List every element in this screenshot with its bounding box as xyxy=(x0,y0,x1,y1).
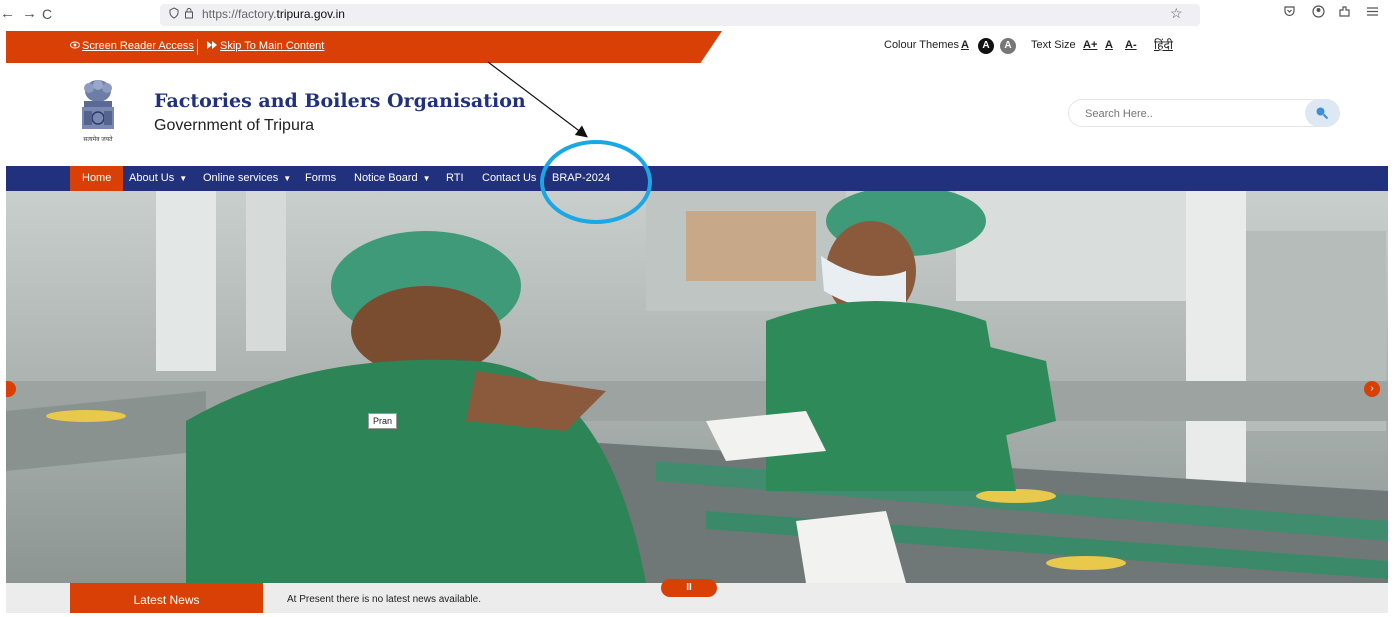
hindi-link[interactable]: हिंदी xyxy=(1154,36,1173,53)
hero-slider: Pran › xyxy=(6,191,1388,583)
slider-pause-button[interactable]: II xyxy=(661,579,717,597)
theme-gray-button[interactable]: A xyxy=(1000,38,1016,54)
nav-contact-us[interactable]: Contact Us xyxy=(482,166,536,191)
colour-themes-label: Colour Themes xyxy=(884,39,959,51)
nav-notice-board[interactable]: Notice Board ▼ xyxy=(354,166,431,191)
site-header: सत्यमेव जयते Factories and Boilers Organ… xyxy=(6,63,1388,166)
reload-button[interactable]: C xyxy=(42,6,52,22)
caret-down-icon: ▼ xyxy=(283,174,292,183)
extensions-icon[interactable] xyxy=(1338,5,1351,21)
main-navigation: Home About Us ▼ Online services ▼ Forms No… xyxy=(6,166,1388,191)
nav-home[interactable]: Home xyxy=(70,166,124,191)
shield-icon xyxy=(168,7,180,22)
account-icon[interactable] xyxy=(1312,5,1325,21)
image-tooltip: Pran xyxy=(368,413,398,429)
screen-reader-link[interactable]: Screen Reader Access xyxy=(70,40,194,52)
back-button[interactable]: ← xyxy=(0,6,15,22)
star-icon[interactable]: ☆ xyxy=(1170,5,1183,22)
utility-bar: Screen Reader Access Skip To Main Conten… xyxy=(6,31,1388,63)
fast-forward-icon xyxy=(207,40,217,52)
emblem-caption: सत्यमेव जयते xyxy=(83,137,113,143)
org-subtitle: Government of Tripura xyxy=(154,117,315,134)
theme-default-button[interactable]: A xyxy=(961,39,969,51)
browser-toolbar: ← → C https://factory.tripura.gov.in ☆ xyxy=(0,0,1394,30)
skip-main-link[interactable]: Skip To Main Content xyxy=(207,40,324,52)
search-input[interactable] xyxy=(1083,105,1283,123)
url-text: https://factory.tripura.gov.in xyxy=(202,7,345,21)
lock-icon xyxy=(184,7,194,22)
divider xyxy=(197,39,198,55)
caret-down-icon: ▼ xyxy=(422,174,431,183)
text-size-decrease[interactable]: A- xyxy=(1125,39,1137,51)
text-size-increase[interactable]: A+ xyxy=(1083,39,1097,51)
menu-icon[interactable] xyxy=(1366,5,1379,21)
chevron-right-icon: › xyxy=(1370,383,1374,394)
org-title: Factories and Boilers Organisation xyxy=(154,90,526,112)
theme-dark-button[interactable]: A xyxy=(978,38,994,54)
address-bar[interactable]: https://factory.tripura.gov.in ☆ xyxy=(160,4,1200,26)
nav-about-us[interactable]: About Us ▼ xyxy=(129,166,187,191)
nav-forms[interactable]: Forms xyxy=(305,166,336,191)
search-box xyxy=(1068,99,1340,127)
state-emblem-icon: सत्यमेव जयते xyxy=(74,77,122,149)
search-icon xyxy=(1315,106,1329,125)
nav-rti[interactable]: RTI xyxy=(446,166,464,191)
news-ticker: Latest News At Present there is no lates… xyxy=(6,579,1388,613)
search-button[interactable] xyxy=(1305,99,1339,127)
pocket-icon[interactable] xyxy=(1283,5,1296,21)
nav-online-services[interactable]: Online services ▼ xyxy=(203,166,291,191)
eye-icon xyxy=(70,40,80,52)
nav-brap-2024[interactable]: BRAP-2024 xyxy=(552,166,610,191)
latest-news-label: Latest News xyxy=(70,583,263,613)
hero-image xyxy=(6,191,1388,583)
text-size-label: Text Size xyxy=(1031,39,1076,51)
latest-news-text: At Present there is no latest news avail… xyxy=(287,594,481,605)
text-size-normal[interactable]: A xyxy=(1105,39,1113,51)
caret-down-icon: ▼ xyxy=(179,174,188,183)
forward-button[interactable]: → xyxy=(22,6,37,22)
slider-next-button[interactable]: › xyxy=(1364,381,1380,397)
